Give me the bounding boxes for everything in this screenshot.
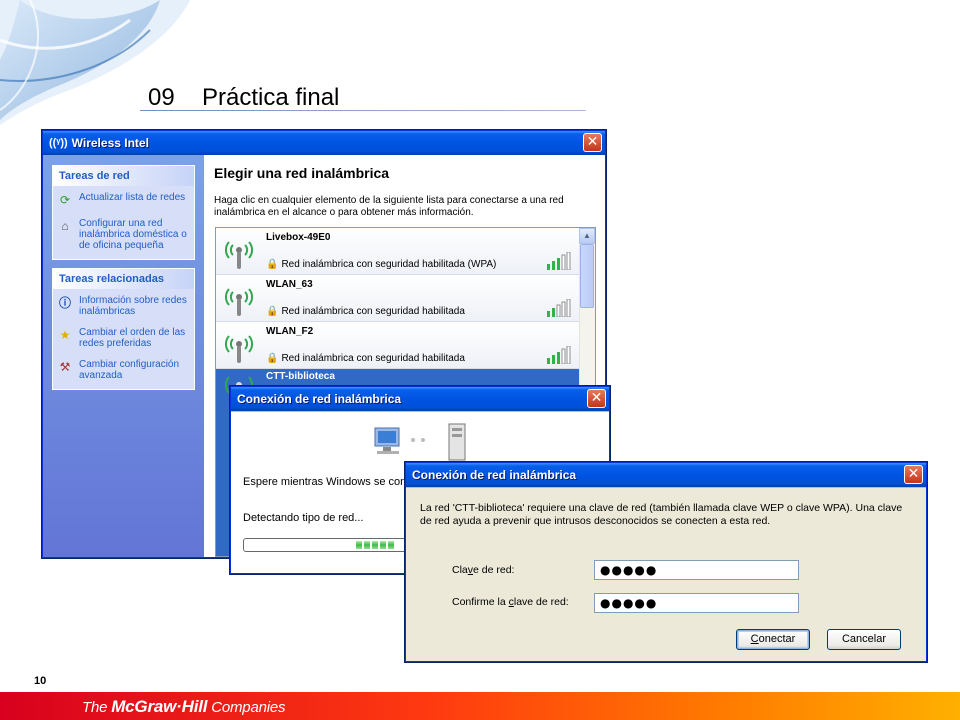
network-security-text: Red inalámbrica con seguridad habilitada xyxy=(281,353,465,364)
antenna-icon xyxy=(225,241,253,269)
lock-icon: 🔒 xyxy=(266,259,279,270)
key-description: La red 'CTT-biblioteca' requiere una cla… xyxy=(420,502,903,527)
star-icon: ★ xyxy=(59,327,71,342)
slide-number: 09 xyxy=(148,84,175,111)
confirm-key-label: Confirme la clave de red: xyxy=(452,596,569,608)
close-icon[interactable]: ✕ xyxy=(904,465,923,484)
task-label: Configurar una red inalámbrica doméstica… xyxy=(79,218,187,251)
network-key-dialog-titlebar[interactable]: Conexión de red inalámbrica ✕ xyxy=(406,463,926,487)
task-change-order[interactable]: ★ Cambiar el orden de las redes preferid… xyxy=(57,327,190,349)
scroll-thumb[interactable] xyxy=(580,244,594,308)
wifi-icon: ((ᵞ)) xyxy=(49,137,68,149)
antenna-icon xyxy=(225,288,253,316)
refresh-icon: ⟳ xyxy=(59,192,71,207)
network-tasks-panel: Tareas de red ⟳ Actualizar lista de rede… xyxy=(52,165,195,260)
network-security: 🔒 Red inalámbrica con seguridad habilita… xyxy=(266,306,465,317)
network-key-input[interactable]: ●●●●● xyxy=(594,560,799,580)
setup-network-icon: ⌂ xyxy=(61,218,69,233)
network-security: 🔒 Red inalámbrica con seguridad habilita… xyxy=(266,353,465,364)
task-label: Actualizar lista de redes xyxy=(79,192,186,203)
content-description: Haga clic en cualquier elemento de la si… xyxy=(214,195,564,218)
network-name: WLAN_F2 xyxy=(266,326,314,337)
antenna-icon xyxy=(225,335,253,363)
network-key-label: Clave de red: xyxy=(452,564,515,576)
network-name: CTT-biblioteca xyxy=(266,371,335,382)
task-label: Información sobre redes inalámbricas xyxy=(79,295,187,317)
task-info-wireless[interactable]: ⓘ Información sobre redes inalámbricas xyxy=(57,295,190,317)
close-icon[interactable]: ✕ xyxy=(583,133,602,152)
connect-button[interactable]: Conectar xyxy=(736,629,810,650)
title-divider xyxy=(140,110,586,111)
wait-message: Espere mientras Windows se conecta xyxy=(243,476,428,488)
scroll-up-icon[interactable]: ▲ xyxy=(579,228,595,244)
network-tasks-heading: Tareas de red xyxy=(53,166,194,186)
network-item-wlan63[interactable]: WLAN_63 🔒 Red inalámbrica con seguridad … xyxy=(216,275,580,322)
dialog-title: Conexión de red inalámbrica xyxy=(412,468,577,482)
task-label: Cambiar el orden de las redes preferidas xyxy=(79,327,186,349)
slide-title-text: Práctica final xyxy=(202,84,340,111)
info-icon: ⓘ xyxy=(58,295,71,310)
related-tasks-panel: Tareas relacionadas ⓘ Información sobre … xyxy=(52,268,195,390)
connecting-dialog-titlebar[interactable]: Conexión de red inalámbrica ✕ xyxy=(231,387,609,411)
signal-strength-icon xyxy=(547,252,571,270)
tools-icon: ⚒ xyxy=(59,359,71,374)
task-setup-network[interactable]: ⌂ Configurar una red inalámbrica domésti… xyxy=(57,218,190,251)
network-security-text: Red inalámbrica con seguridad habilitada… xyxy=(281,259,497,270)
publisher-logo: The McGraw·Hill Companies xyxy=(82,697,286,716)
wireless-window-titlebar[interactable]: ((ᵞ)) Wireless Intel ✕ xyxy=(43,131,605,155)
close-icon[interactable]: ✕ xyxy=(587,389,606,408)
signal-strength-icon xyxy=(547,346,571,364)
computer-connecting-icon xyxy=(374,423,466,461)
page-number: 10 xyxy=(34,675,47,687)
network-security-text: Red inalámbrica con seguridad habilitada xyxy=(281,306,465,317)
task-label: Cambiar configuración avanzada xyxy=(79,359,180,381)
related-tasks-heading: Tareas relacionadas xyxy=(53,269,194,289)
lock-icon: 🔒 xyxy=(266,353,279,364)
content-title: Elegir una red inalámbrica xyxy=(214,165,390,181)
network-name: Livebox-49E0 xyxy=(266,232,331,243)
dialog-title: Conexión de red inalámbrica xyxy=(237,392,402,406)
cancel-button[interactable]: Cancelar xyxy=(827,629,901,650)
network-item-livebox[interactable]: Livebox-49E0 🔒 Red inalámbrica con segur… xyxy=(216,228,580,275)
network-key-dialog: Conexión de red inalámbrica ✕ La red 'CT… xyxy=(405,462,927,662)
lock-icon: 🔒 xyxy=(266,306,279,317)
footer-bar: The McGraw·Hill Companies xyxy=(0,692,960,720)
network-security: 🔒 Red inalámbrica con seguridad habilita… xyxy=(266,259,496,270)
detect-status: Detectando tipo de red... xyxy=(243,512,364,524)
window-title: Wireless Intel xyxy=(71,136,149,150)
signal-strength-icon xyxy=(547,299,571,317)
task-refresh-networks[interactable]: ⟳ Actualizar lista de redes xyxy=(57,192,190,208)
network-name: WLAN_63 xyxy=(266,279,313,290)
task-pane: Tareas de red ⟳ Actualizar lista de rede… xyxy=(43,155,204,557)
task-advanced-settings[interactable]: ⚒ Cambiar configuración avanzada xyxy=(57,359,190,381)
network-item-wlanf2[interactable]: WLAN_F2 🔒 Red inalámbrica con seguridad … xyxy=(216,322,580,369)
slide-title: 09 Práctica final xyxy=(148,84,339,112)
confirm-key-input[interactable]: ●●●●● xyxy=(594,593,799,613)
